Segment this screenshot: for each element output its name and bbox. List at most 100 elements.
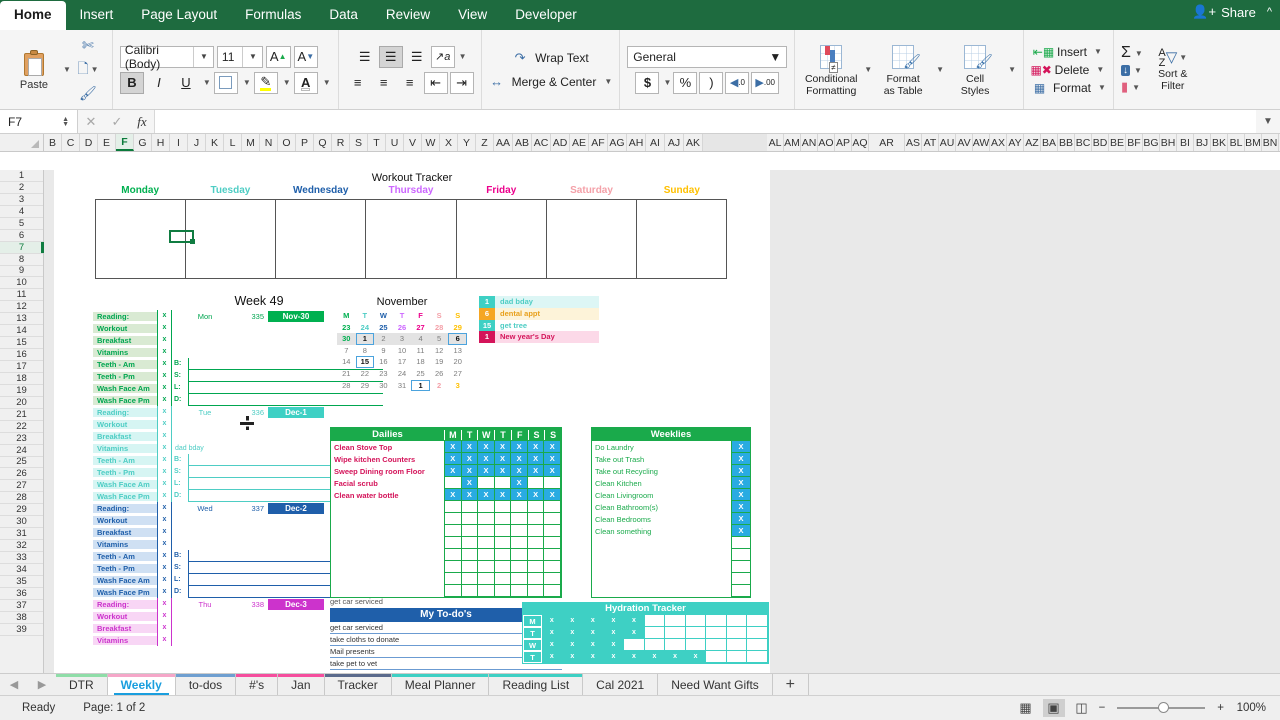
weeklies-rows[interactable]: Do Laundry X Take out Trash X Take out Recyc… (592, 441, 750, 597)
week-task-check[interactable]: x (157, 598, 172, 610)
hydration-check-cell[interactable]: x (624, 627, 645, 639)
weeklies-row[interactable] (592, 549, 750, 561)
row-header-11[interactable]: 11 (0, 289, 43, 302)
hydration-check-cell[interactable] (685, 639, 707, 651)
sheet-tab-weekly[interactable]: Weekly (107, 674, 176, 695)
delete-cells-button[interactable]: ▦✖ Delete ▼ (1030, 62, 1104, 77)
hydration-check-cell[interactable]: x (665, 651, 686, 663)
sheet-tab--s[interactable]: #'s (236, 674, 279, 695)
decrease-indent-button[interactable]: ⇤ (423, 71, 448, 94)
row-header-32[interactable]: 32 (0, 540, 43, 552)
column-header-i[interactable]: I (170, 134, 188, 151)
increase-font-size-button[interactable]: A ▲ (265, 45, 291, 68)
dailies-check-cell[interactable] (494, 549, 512, 561)
dailies-check-cell[interactable]: X (511, 477, 528, 489)
column-header-aq[interactable]: AQ (852, 134, 869, 151)
weeklies-row[interactable]: Take out Trash X (592, 453, 750, 465)
dailies-check-cell[interactable]: X (461, 441, 479, 453)
hydration-check-cell[interactable]: x (603, 627, 625, 639)
calendar-day-cell[interactable]: 24 (393, 368, 412, 380)
dailies-check-cell[interactable] (544, 525, 562, 537)
align-bottom-button[interactable]: ☰ (405, 46, 429, 68)
increase-decimal-button[interactable]: ◀ .0 (725, 71, 750, 94)
week-task-row[interactable]: Wash Face Pm x D: (93, 394, 383, 406)
workout-cell-thursday[interactable] (366, 200, 457, 278)
copy-dropdown-icon[interactable]: ▼ (91, 65, 99, 74)
dailies-check-cell[interactable] (461, 561, 479, 573)
calendar-day-cell[interactable]: 21 (337, 368, 356, 380)
dailies-row[interactable] (331, 525, 562, 537)
weeklies-check-cell[interactable] (731, 561, 750, 573)
week-task-check[interactable]: x (157, 466, 172, 478)
ribbon-tab-home[interactable]: Home (0, 1, 66, 30)
column-header-j[interactable]: J (188, 134, 206, 151)
fill-color-button[interactable]: ✎ (253, 71, 278, 94)
dailies-row[interactable] (331, 549, 562, 561)
zoom-in-button[interactable]: + (1217, 702, 1224, 714)
hydration-check-cell[interactable] (747, 651, 769, 663)
calendar-day-cell[interactable]: 7 (337, 345, 356, 357)
grid-canvas[interactable]: Workout Tracker Monday Tuesday Wednesday Th… (44, 170, 1280, 673)
dailies-check-cell[interactable] (461, 501, 479, 513)
comma-style-button[interactable]: ) (699, 71, 724, 94)
borders-dropdown-icon[interactable]: ▼ (243, 78, 251, 87)
row-header-27[interactable]: 27 (0, 480, 43, 493)
dailies-check-cell[interactable] (494, 477, 512, 489)
dailies-check-cell[interactable] (444, 525, 462, 537)
row-header-24[interactable]: 24 (0, 445, 43, 457)
column-header-au[interactable]: AU (939, 134, 956, 151)
row-header-22[interactable]: 22 (0, 421, 43, 433)
sheet-tab-jan[interactable]: Jan (278, 674, 325, 695)
row-header-3[interactable]: 3 (0, 194, 43, 206)
dailies-check-cell[interactable]: X (527, 489, 545, 501)
weeklies-check-cell[interactable]: X (731, 501, 750, 513)
dailies-check-cell[interactable] (461, 573, 479, 585)
calendar-day-cell[interactable]: 3 (392, 333, 412, 345)
column-header-az[interactable]: AZ (1024, 134, 1041, 151)
sheet-tab-tracker[interactable]: Tracker (324, 674, 392, 695)
column-header-ax[interactable]: AX (990, 134, 1007, 151)
font-size-input[interactable]: 11 ▼ (216, 45, 263, 68)
column-header-ar[interactable]: AR (869, 134, 905, 151)
dailies-check-cell[interactable]: X (527, 453, 545, 465)
dailies-check-cell[interactable]: X (444, 453, 462, 465)
ribbon-tab-page-layout[interactable]: Page Layout (127, 1, 231, 30)
hydration-check-cell[interactable]: x (562, 651, 584, 663)
dailies-check-cell[interactable] (511, 501, 528, 513)
column-header-x[interactable]: X (440, 134, 458, 151)
worksheet-area[interactable]: 1 2 3 4 5 6 7 8 9 10 11 12 13 14 15 16 17 18 19 20 21 22 23 24 2… (0, 170, 1280, 673)
sheet-tab-meal-planner[interactable]: Meal Planner (391, 674, 490, 695)
underline-button[interactable]: U (174, 72, 198, 94)
hydration-check-cell[interactable]: x (644, 651, 666, 663)
weeklies-check-cell[interactable]: X (731, 453, 750, 465)
wrap-text-button[interactable]: ↷ Wrap Text (511, 50, 589, 66)
hydration-check-cell[interactable] (624, 639, 645, 651)
dailies-check-cell[interactable]: X (527, 465, 545, 477)
hydration-check-cell[interactable]: x (562, 639, 584, 651)
zoom-slider-knob[interactable] (1157, 702, 1169, 713)
ribbon-tab-data[interactable]: Data (315, 1, 372, 30)
row-header-28[interactable]: 28 (0, 492, 43, 505)
format-cells-button[interactable]: ▦ Format ▼ (1031, 80, 1106, 95)
column-header-o[interactable]: O (278, 134, 296, 151)
hydration-check-cell[interactable] (644, 615, 666, 627)
dailies-check-cell[interactable] (527, 501, 545, 513)
calendar-day-cell[interactable]: 5 (429, 333, 449, 345)
calendar-day-cell[interactable]: 1 (355, 333, 375, 345)
decrease-decimal-button[interactable]: ▶ .00 (751, 71, 779, 94)
autosum-dropdown-icon[interactable]: ▼ (1135, 49, 1143, 58)
workout-cell-saturday[interactable] (547, 200, 637, 278)
calendar-day-cell[interactable]: 6 (448, 333, 467, 345)
workout-cell-wednesday[interactable] (276, 200, 367, 278)
hydration-row[interactable]: Wxxxx (523, 639, 769, 651)
column-header-bh[interactable]: BH (1160, 134, 1177, 151)
calendar-day-cell[interactable]: 14 (337, 356, 356, 368)
row-header-26[interactable]: 26 (0, 468, 43, 481)
hydration-check-cell[interactable] (726, 627, 748, 639)
dailies-check-cell[interactable] (527, 573, 545, 585)
cell-styles-dropdown-icon[interactable]: ▼ (1008, 65, 1016, 74)
hydration-check-cell[interactable] (747, 627, 769, 639)
column-header-as[interactable]: AS (905, 134, 922, 151)
weeklies-check-cell[interactable] (731, 549, 750, 561)
calendar-day-cell[interactable]: 8 (356, 345, 375, 357)
